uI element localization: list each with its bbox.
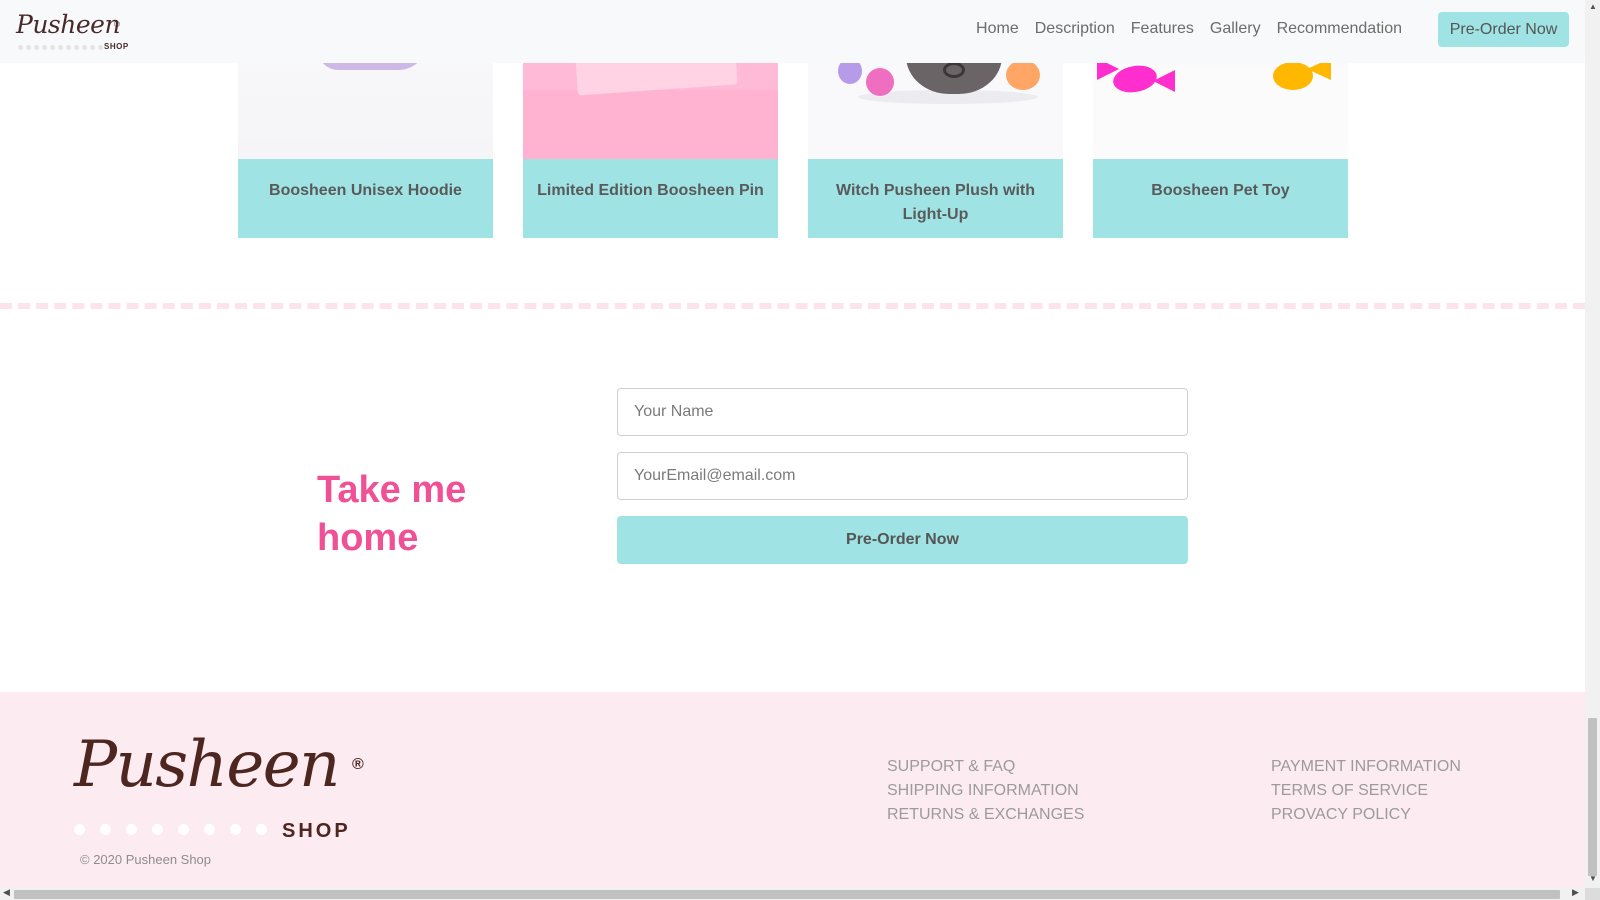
nav-home[interactable]: Home [976, 20, 1019, 38]
vertical-scrollbar-thumb[interactable] [1588, 718, 1597, 876]
horizontal-scrollbar-thumb[interactable] [14, 890, 1560, 899]
vertical-scrollbar[interactable]: ▲ ▼ [1585, 0, 1600, 888]
footer-link-terms[interactable]: TERMS OF SERVICE [1271, 781, 1461, 801]
scroll-up-arrow-icon[interactable]: ▲ [1589, 2, 1597, 11]
footer: Pusheen ® SHOP © 2020 Pusheen Shop SUPPO… [0, 692, 1585, 900]
footer-logo[interactable]: Pusheen ® SHOP [74, 728, 374, 843]
nav-gallery[interactable]: Gallery [1210, 20, 1261, 38]
footer-links-column-1: SUPPORT & FAQ SHIPPING INFORMATION RETUR… [887, 757, 1084, 825]
pre-order-submit-button[interactable]: Pre-Order Now [617, 516, 1188, 564]
pin-backdrop-illustration [523, 90, 778, 159]
scrollbar-corner [1585, 888, 1600, 900]
scroll-right-arrow-icon[interactable]: ▶ [1572, 887, 1579, 898]
top-navbar: Pusheen ® SHOP Home Description Features… [0, 0, 1585, 63]
nav-recommendation[interactable]: Recommendation [1277, 20, 1402, 38]
product-title: Witch Pusheen Plush with Light-Up [808, 159, 1063, 238]
nav-links: Home Description Features Gallery Recomm… [976, 20, 1402, 38]
signup-heading: Take me home [317, 469, 467, 559]
footer-dots-decoration [74, 824, 267, 835]
yellow-candy-illustration [1273, 62, 1313, 90]
pink-ball-illustration [866, 68, 894, 96]
footer-registered-mark: ® [352, 756, 364, 773]
section-divider [0, 303, 1585, 309]
nav-features[interactable]: Features [1131, 20, 1194, 38]
brand-registered-mark: ® [114, 20, 120, 29]
horizontal-scrollbar[interactable]: ◀ ▶ [0, 887, 1585, 900]
email-input[interactable] [617, 452, 1188, 500]
copyright-text: © 2020 Pusheen Shop [80, 852, 212, 867]
product-title: Limited Edition Boosheen Pin [523, 159, 778, 238]
product-title: Boosheen Pet Toy [1093, 159, 1348, 238]
footer-link-support-faq[interactable]: SUPPORT & FAQ [887, 757, 1084, 777]
footer-link-payment[interactable]: PAYMENT INFORMATION [1271, 757, 1461, 777]
brand-shop-label: SHOP [104, 42, 129, 51]
scroll-left-arrow-icon[interactable]: ◀ [3, 887, 10, 898]
brand-dots-decoration [18, 45, 103, 50]
pink-candy-illustration [1111, 62, 1159, 96]
footer-link-privacy[interactable]: PROVACY POLICY [1271, 805, 1461, 825]
page-viewport: Boosheen Unisex Hoodie Limited Edition B… [0, 0, 1600, 900]
plush-face-illustration [943, 62, 965, 78]
orange-ball-illustration [1006, 60, 1040, 90]
scroll-down-arrow-icon[interactable]: ▼ [1589, 874, 1597, 883]
brand-logo-word: Pusheen [16, 10, 121, 39]
product-title: Boosheen Unisex Hoodie [238, 159, 493, 238]
pre-order-nav-button[interactable]: Pre-Order Now [1438, 12, 1569, 47]
footer-link-returns[interactable]: RETURNS & EXCHANGES [887, 805, 1084, 825]
name-input[interactable] [617, 388, 1188, 436]
footer-logo-word: Pusheen [74, 728, 340, 802]
footer-link-shipping[interactable]: SHIPPING INFORMATION [887, 781, 1084, 801]
nav-description[interactable]: Description [1035, 20, 1115, 38]
brand-logo[interactable]: Pusheen ® SHOP [16, 10, 129, 54]
footer-shop-label: SHOP [282, 820, 351, 842]
footer-links-column-2: PAYMENT INFORMATION TERMS OF SERVICE PRO… [1271, 757, 1461, 825]
